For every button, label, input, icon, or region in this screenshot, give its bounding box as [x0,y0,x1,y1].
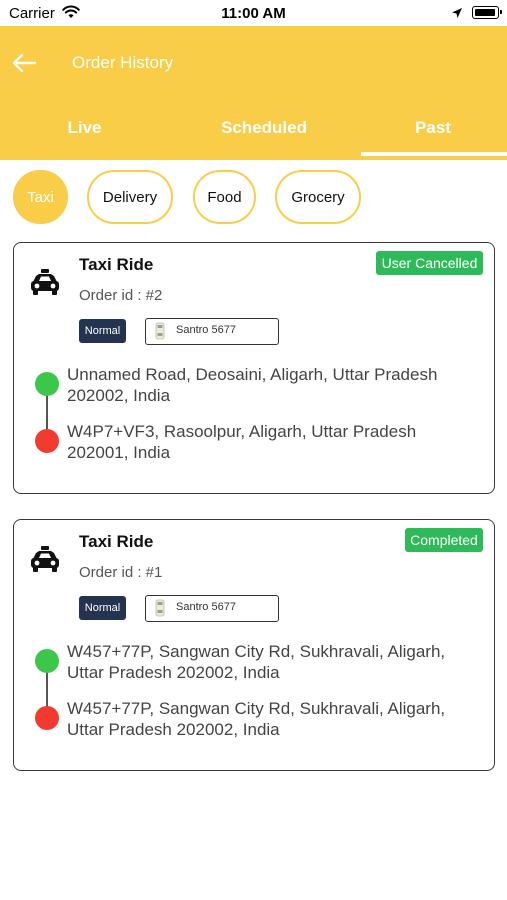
pickup-address: Unnamed Road, Deosaini, Aligarh, Uttar P… [67,365,438,405]
car-thumbnail-icon [155,599,165,617]
ride-type-tag: Normal [79,596,126,620]
filter-chip-delivery[interactable]: Delivery [87,170,173,224]
back-arrow-icon[interactable] [10,51,38,75]
vehicle-label: Santro 5677 [176,324,236,336]
order-title: Taxi Ride [79,532,154,551]
drop-address: W457+77P, Sangwan City Rd, Sukhravali, A… [67,699,446,739]
order-card[interactable]: Taxi Ride Order id : #1 Completed Normal… [13,519,495,771]
status-bar: Carrier 11:00 AM [0,0,507,26]
vehicle-tag: Santro 5677 [145,595,279,622]
order-card[interactable]: Taxi Ride Order id : #2 User Cancelled N… [13,242,495,494]
order-id: Order id : #1 [79,564,163,581]
filter-chip-food[interactable]: Food [193,170,256,224]
car-thumbnail-icon [155,322,165,340]
status-badge: User Cancelled [376,251,483,275]
ride-type-tag: Normal [79,319,126,343]
order-id: Order id : #2 [79,287,163,304]
pickup-marker [35,372,59,396]
filter-chip-taxi[interactable]: Taxi [13,170,68,224]
pickup-marker [35,649,59,673]
tab-live[interactable]: Live [0,118,169,138]
clock: 11:00 AM [221,5,286,22]
location-arrow-icon [451,6,463,24]
filter-chip-grocery[interactable]: Grocery [275,170,361,224]
tab-scheduled[interactable]: Scheduled [169,118,359,138]
order-title: Taxi Ride [79,255,154,274]
app-header: Order History Live Scheduled Past [0,26,507,160]
pickup-address: W457+77P, Sangwan City Rd, Sukhravali, A… [67,642,446,682]
battery-icon [472,6,502,19]
active-tab-indicator [361,152,507,156]
status-badge: Completed [405,528,483,552]
drop-marker [35,706,59,730]
taxi-icon [28,267,62,297]
tab-past[interactable]: Past [359,118,507,138]
vehicle-tag: Santro 5677 [145,318,279,345]
vehicle-label: Santro 5677 [176,601,236,613]
drop-address: W4P7+VF3, Rasoolpur, Aligarh, Uttar Prad… [67,422,417,462]
taxi-icon [28,544,62,574]
drop-marker [35,429,59,453]
page-title: Order History [72,53,174,72]
